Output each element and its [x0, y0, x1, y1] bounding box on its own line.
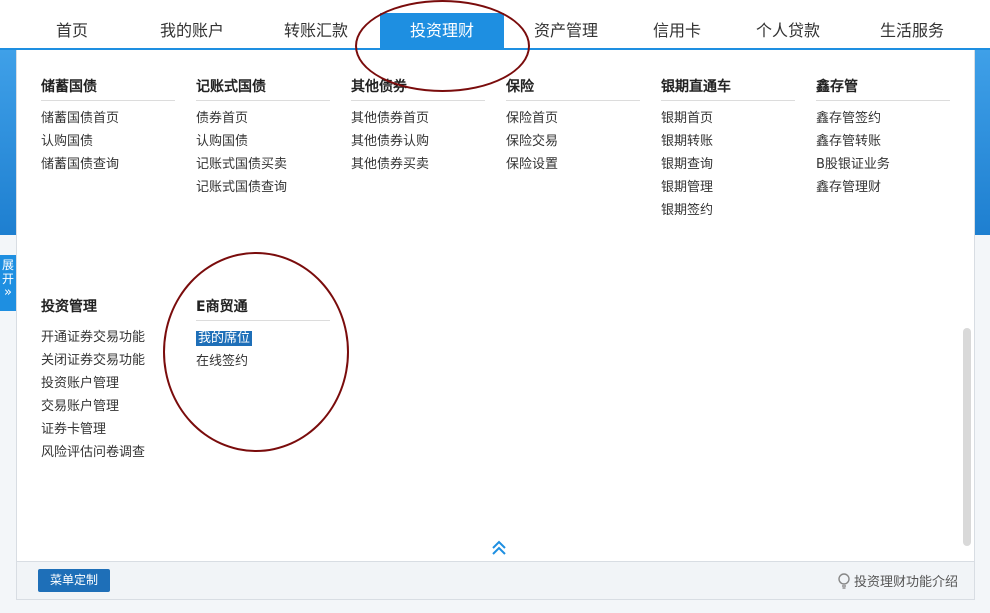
nav-assets[interactable]: 资产管理: [524, 13, 608, 49]
menu-link[interactable]: 债券首页: [196, 107, 330, 130]
menu-link[interactable]: 认购国债: [41, 130, 175, 153]
menu-link[interactable]: 鑫存管理财: [816, 176, 950, 199]
menu-link[interactable]: 鑫存管签约: [816, 107, 950, 130]
intro-label: 投资理财功能介绍: [853, 575, 958, 590]
nav-my-account[interactable]: 我的账户: [150, 13, 234, 49]
menu-link[interactable]: 银期首页: [661, 107, 795, 130]
menu-link[interactable]: B股银证业务: [816, 153, 950, 176]
column-title: 记账式国债: [196, 74, 330, 101]
menu-link[interactable]: 保险交易: [506, 130, 640, 153]
nav-transfer[interactable]: 转账汇款: [274, 13, 358, 49]
expand-label: 展开: [2, 258, 15, 286]
menu-column-investment-management: 投资管理 开通证券交易功能 关闭证券交易功能 投资账户管理 交易账户管理 证券卡…: [41, 294, 175, 464]
annotation-circle-e-trade: [163, 252, 349, 452]
menu-footer: 菜单定制 投资理财功能介绍: [16, 561, 975, 600]
lightbulb-icon: [838, 573, 850, 589]
menu-link[interactable]: 关闭证券交易功能: [41, 349, 175, 372]
intro-link[interactable]: 投资理财功能介绍: [837, 571, 958, 590]
annotation-circle-nav: [355, 0, 530, 92]
menu-column-xin-cunguan: 鑫存管 鑫存管签约 鑫存管转账 B股银证业务 鑫存管理财: [816, 74, 950, 199]
left-banner: [0, 50, 16, 235]
menu-link[interactable]: 其他债券认购: [351, 130, 485, 153]
column-title: 储蓄国债: [41, 74, 175, 101]
menu-link[interactable]: 储蓄国债查询: [41, 153, 175, 176]
column-title: 银期直通车: [661, 74, 795, 101]
column-title: 投资管理: [41, 299, 97, 315]
menu-link[interactable]: 风险评估问卷调查: [41, 441, 175, 464]
menu-link[interactable]: 银期管理: [661, 176, 795, 199]
menu-column-insurance: 保险 保险首页 保险交易 保险设置: [506, 74, 640, 176]
menu-link[interactable]: 认购国债: [196, 130, 330, 153]
menu-link[interactable]: 记账式国债查询: [196, 176, 330, 199]
menu-link[interactable]: 开通证券交易功能: [41, 326, 175, 349]
menu-link[interactable]: 保险设置: [506, 153, 640, 176]
menu-link[interactable]: 鑫存管转账: [816, 130, 950, 153]
expand-tab[interactable]: 展开 »: [0, 255, 16, 311]
bottom-background: [0, 600, 990, 613]
nav-life-services[interactable]: 生活服务: [870, 13, 954, 49]
menu-link[interactable]: 投资账户管理: [41, 372, 175, 395]
menu-link[interactable]: 储蓄国债首页: [41, 107, 175, 130]
menu-column-book-entry-bonds: 记账式国债 债券首页 认购国债 记账式国债买卖 记账式国债查询: [196, 74, 330, 199]
nav-credit-card[interactable]: 信用卡: [640, 13, 714, 49]
nav-home[interactable]: 首页: [40, 13, 104, 49]
menu-link[interactable]: 其他债券首页: [351, 107, 485, 130]
column-title: 鑫存管: [816, 74, 950, 101]
menu-customize-button[interactable]: 菜单定制: [38, 569, 110, 592]
menu-link[interactable]: 交易账户管理: [41, 395, 175, 418]
menu-link[interactable]: 记账式国债买卖: [196, 153, 330, 176]
menu-link[interactable]: 其他债券买卖: [351, 153, 485, 176]
menu-link[interactable]: 银期签约: [661, 199, 795, 222]
double-chevron-right-icon: »: [4, 285, 12, 300]
investment-menu-panel: 储蓄国债 储蓄国债首页 认购国债 储蓄国债查询 记账式国债 债券首页 认购国债 …: [16, 50, 975, 600]
menu-column-futures: 银期直通车 银期首页 银期转账 银期查询 银期管理 银期签约: [661, 74, 795, 222]
collapse-up-icon[interactable]: [489, 538, 509, 558]
menu-link[interactable]: 银期查询: [661, 153, 795, 176]
menu-column-savings-bonds: 储蓄国债 储蓄国债首页 认购国债 储蓄国债查询: [41, 74, 175, 176]
menu-link[interactable]: 证券卡管理: [41, 418, 175, 441]
nav-personal-loan[interactable]: 个人贷款: [746, 13, 830, 49]
right-banner: [975, 50, 990, 235]
scrollbar[interactable]: [963, 328, 971, 546]
column-title: 保险: [506, 74, 640, 101]
menu-link[interactable]: 银期转账: [661, 130, 795, 153]
menu-link[interactable]: 保险首页: [506, 107, 640, 130]
